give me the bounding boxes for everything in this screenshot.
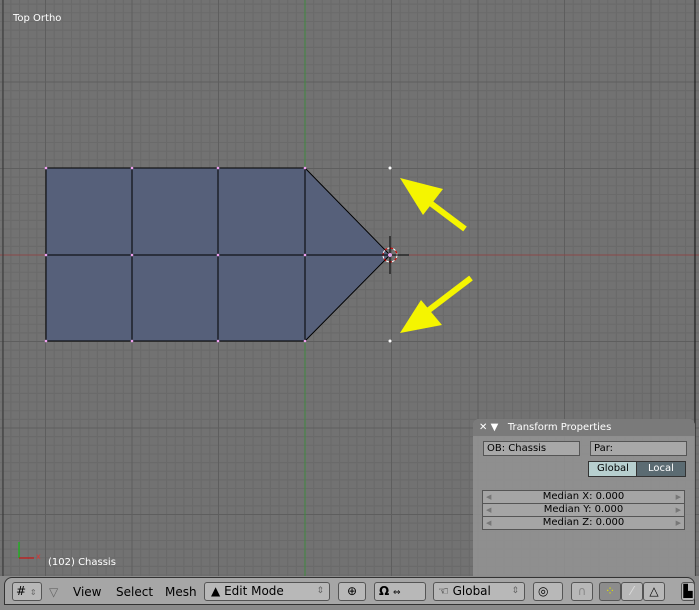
object-info: (102) Chassis bbox=[48, 557, 116, 568]
orientation-select[interactable]: ☜ Global ⇕ bbox=[433, 582, 525, 601]
median-z-field[interactable]: ◀ Median Z: 0.000 ▶ bbox=[482, 516, 685, 530]
magnet-icon: ∩ bbox=[577, 584, 587, 598]
render-button[interactable]: ▙ bbox=[681, 582, 695, 601]
median-x-field[interactable]: ◀ Median X: 0.000 ▶ bbox=[482, 490, 685, 504]
close-icon[interactable]: ✕ bbox=[479, 422, 487, 433]
edge-icon: ⁄ bbox=[630, 584, 633, 598]
collapse-icon[interactable]: ▼ bbox=[491, 422, 499, 433]
panel-header[interactable]: ✕ ▼ Transform Properties bbox=[473, 419, 695, 436]
object-name-field[interactable]: OB: Chassis bbox=[483, 441, 580, 456]
svg-text:x: x bbox=[36, 552, 41, 561]
snap-toggle[interactable]: ∩ bbox=[571, 582, 593, 601]
edge-select-mode[interactable]: ⁄ bbox=[621, 582, 643, 601]
pivot-select[interactable]: ⊕ bbox=[338, 582, 366, 601]
mode-select[interactable]: ▲ Edit Mode ⇕ bbox=[204, 582, 330, 601]
panel-title: Transform Properties bbox=[507, 422, 612, 433]
local-toggle[interactable]: Local bbox=[636, 461, 686, 477]
manipulator-icon: Ω bbox=[379, 584, 390, 598]
editor-type-button[interactable]: # ⇕ bbox=[12, 582, 42, 601]
render-icon: ▙ bbox=[683, 584, 693, 598]
face-select-mode[interactable]: △ bbox=[643, 582, 665, 601]
menu-select[interactable]: Select bbox=[116, 584, 153, 600]
loose-vertex bbox=[388, 166, 392, 170]
parent-field[interactable]: Par: bbox=[590, 441, 687, 456]
vertex-icon: ⁘ bbox=[604, 584, 616, 598]
global-toggle[interactable]: Global bbox=[588, 461, 638, 477]
median-y-field[interactable]: ◀ Median Y: 0.000 ▶ bbox=[482, 503, 685, 517]
manipulator-toggle[interactable]: Ω ⇔ bbox=[374, 582, 426, 601]
viewport-header: # ⇕ ▽ View Select Mesh ▲ Edit Mode ⇕ ⊕ Ω … bbox=[4, 577, 695, 605]
menu-mesh[interactable]: Mesh bbox=[165, 584, 197, 600]
loose-vertex bbox=[388, 339, 392, 343]
vertex-select-mode[interactable]: ⁘ bbox=[599, 582, 621, 601]
view-label: Top Ortho bbox=[13, 13, 62, 24]
face-icon: △ bbox=[649, 584, 659, 598]
menu-view[interactable]: View bbox=[73, 584, 101, 600]
grid-icon: # bbox=[16, 584, 27, 598]
collapse-menu-icon[interactable]: ▽ bbox=[49, 584, 58, 600]
transform-properties-panel: ✕ ▼ Transform Properties OB: Chassis Par… bbox=[473, 419, 695, 576]
edit-mode-icon: ▲ bbox=[211, 584, 221, 598]
proportional-icon: ◎ bbox=[538, 584, 549, 598]
3d-viewport[interactable]: x Top Ortho (102) Chassis ✕ ▼ Transform … bbox=[0, 0, 699, 576]
proportional-edit-select[interactable]: ◎ bbox=[533, 582, 563, 601]
hand-icon: ☜ bbox=[438, 584, 449, 598]
